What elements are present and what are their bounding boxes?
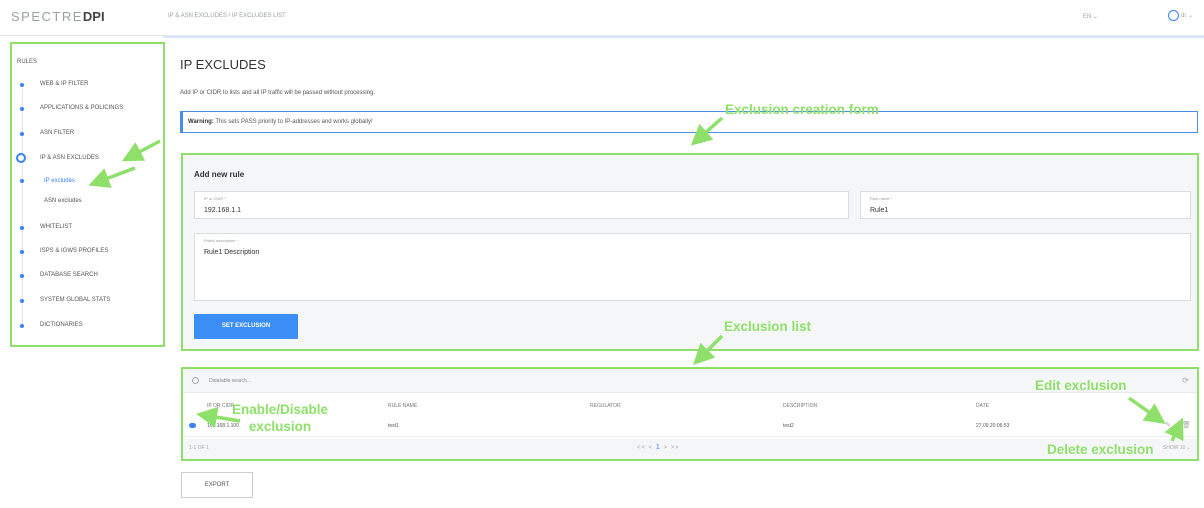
cell-description: test2 (783, 423, 794, 429)
desc-field-value: Rule1 Description (204, 249, 260, 256)
logo-text-bold: DPI (82, 9, 105, 24)
exclusion-creation-form: Add new rule IP or CIDR * 192.168.1.1 Ru… (181, 153, 1199, 351)
cell-rule-name: test1 (388, 423, 399, 429)
header-accent-line (163, 36, 1204, 38)
column-header-date[interactable]: DATE (976, 403, 989, 409)
sidebar-bullet (20, 107, 24, 111)
sidebar-bullet (20, 83, 24, 87)
enable-toggle[interactable] (189, 423, 196, 428)
user-avatar-icon (1168, 10, 1179, 21)
table-row: 101.168.1.100 test1 test2 27.09 20:06:53… (183, 415, 1197, 437)
warning-banner: Warning: This sets PASS priority to IP-a… (180, 111, 1198, 133)
page-title: IP EXCLUDES (180, 57, 266, 72)
sidebar-bullet (20, 226, 24, 230)
logo-text: SPECTRE (11, 9, 83, 24)
search-input[interactable]: Datatable search... (209, 378, 251, 384)
form-title: Add new rule (194, 170, 245, 179)
sidebar-rail (22, 89, 23, 325)
pagination: << < 1 > >> (637, 444, 680, 451)
public-description-field[interactable]: Public description * Rule1 Description (194, 233, 1191, 301)
sidebar-bullet-active (16, 153, 26, 163)
ip-or-cidr-field[interactable]: IP or CIDR * 192.168.1.1 (194, 191, 849, 219)
user-menu[interactable]: dr ⌄ (1168, 10, 1193, 21)
page-info-text: Add IP or CIDR to lists and all IP traff… (180, 90, 376, 96)
annotation-list: Exclusion list (724, 319, 812, 334)
sidebar-item-web-ip-filter[interactable]: WEB & IP FILTER (40, 81, 88, 87)
warning-label: Warning: (188, 119, 214, 125)
pagination-prev[interactable]: << < (637, 445, 653, 451)
app-logo[interactable]: SPECTREDPI (11, 9, 105, 24)
rule-field-label: Rule name * (870, 196, 893, 201)
sidebar-title: RULES (17, 59, 38, 65)
pagination-summary: 1-1 OF 1 (189, 445, 209, 451)
rule-name-field[interactable]: Rule name * Rule1 (860, 191, 1191, 219)
sidebar-bullet (20, 299, 24, 303)
sidebar-item-asn-filter[interactable]: ASN FILTER (40, 130, 74, 136)
page-size-select[interactable]: SHOW 10 ⌄ (1163, 445, 1191, 451)
language-select[interactable]: EN ⌄ (1083, 13, 1098, 20)
sidebar: RULES WEB & IP FILTER APPLICATIONS & POL… (10, 42, 165, 347)
annotation-delete: Delete exclusion (1047, 442, 1154, 457)
pagination-next[interactable]: > >> (663, 445, 679, 451)
set-exclusion-button[interactable]: SET EXCLUSION (194, 314, 298, 339)
top-bar: SPECTREDPI IP & ASN EXCLUDES / IP EXCLUD… (0, 0, 1204, 36)
cell-date: 27.09 20:06:53 (976, 423, 1010, 429)
pagination-current-page[interactable]: 1 (656, 444, 661, 451)
rule-field-value: Rule1 (870, 207, 889, 214)
annotation-toggle: Enable/Disable exclusion (232, 402, 329, 434)
annotation-edit: Edit exclusion (1035, 378, 1127, 393)
sidebar-item-isps-profiles[interactable]: ISPS & IGWS PROFILES (40, 248, 108, 254)
refresh-icon[interactable]: ⟳ (1182, 376, 1189, 385)
sidebar-item-ip-asn-excludes[interactable]: IP & ASN EXCLUDES (40, 155, 99, 161)
breadcrumb[interactable]: IP & ASN EXCLUDES / IP EXCLUDES LIST (168, 13, 286, 19)
sidebar-subitem-ip-excludes[interactable]: IP excludes (44, 178, 75, 184)
ip-field-label: IP or CIDR * (204, 196, 226, 201)
sidebar-item-system-global-stats[interactable]: SYSTEM GLOBAL STATS (40, 297, 110, 303)
user-label: dr ⌄ (1181, 13, 1194, 19)
export-button[interactable]: EXPORT (181, 472, 253, 498)
column-header-description[interactable]: DESCRIPTION (783, 403, 817, 409)
sidebar-bullet (20, 132, 24, 136)
sidebar-item-whitelist[interactable]: WHITELIST (40, 224, 72, 230)
sidebar-item-database-search[interactable]: DATABASE SEARCH (40, 272, 98, 278)
annotation-form: Exclusion creation form (725, 102, 879, 117)
trash-icon[interactable]: 🗑 (1182, 421, 1191, 429)
sidebar-subitem-asn-excludes[interactable]: ASN excludes (44, 198, 82, 204)
column-header-rule-name[interactable]: RULE NAME (388, 403, 417, 409)
warning-text: This sets PASS priority to IP-addresses … (213, 119, 373, 125)
sidebar-bullet (20, 250, 24, 254)
table-footer: 1-1 OF 1 << < 1 > >> SHOW 10 ⌄ (183, 439, 1197, 459)
desc-field-label: Public description * (204, 238, 239, 243)
search-icon (192, 377, 199, 384)
sidebar-bullet (20, 274, 24, 278)
sidebar-item-applications[interactable]: APPLICATIONS & POLICINGS (40, 105, 123, 111)
sidebar-item-dictionaries[interactable]: DICTIONARIES (40, 322, 83, 328)
sidebar-bullet (20, 324, 24, 328)
ip-field-value: 192.168.1.1 (204, 207, 241, 214)
column-header-ip[interactable]: IP OR CIDR (207, 403, 234, 409)
column-header-regulator[interactable]: REGULATOR (590, 403, 621, 409)
sidebar-bullet (20, 179, 24, 183)
pencil-icon[interactable]: ✎ (1165, 421, 1171, 429)
